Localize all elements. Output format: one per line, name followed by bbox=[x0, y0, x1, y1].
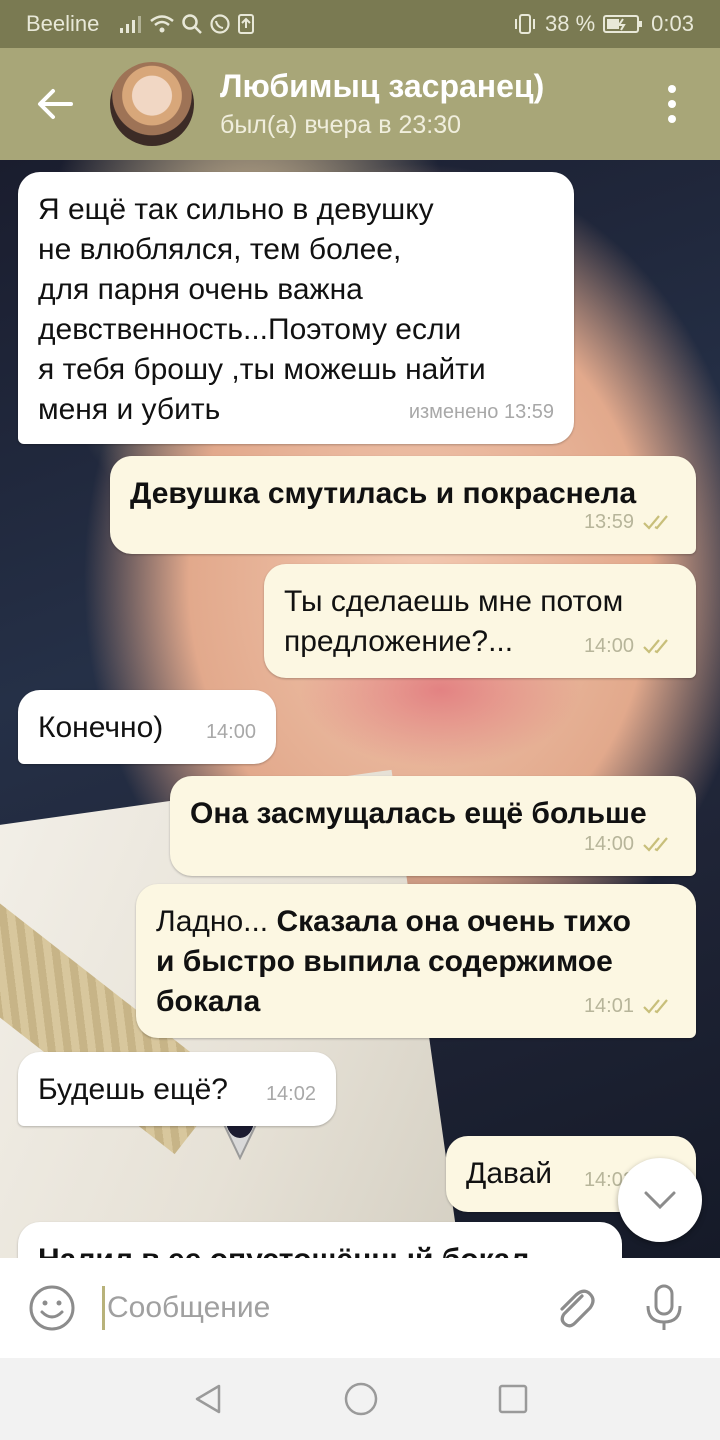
microphone-icon[interactable] bbox=[642, 1282, 686, 1334]
signal-icon bbox=[120, 16, 142, 33]
read-checks-icon bbox=[643, 837, 668, 852]
status-bar: Beeline 38 % 0:03 bbox=[0, 0, 720, 48]
message-outgoing[interactable]: Она засмущалась ещё больше 14:00 bbox=[170, 776, 696, 876]
message-text: Налил в ее опустошённый бокал bbox=[38, 1240, 600, 1258]
read-checks-icon bbox=[643, 515, 668, 530]
message-meta: 13:59 bbox=[584, 502, 676, 542]
back-arrow-icon bbox=[38, 89, 73, 119]
system-navigation-bar bbox=[0, 1358, 720, 1440]
chevron-down-icon bbox=[644, 1191, 676, 1210]
message-incoming[interactable]: Я ещё так сильно в девушку не влюблялся,… bbox=[18, 172, 574, 444]
search-status-icon bbox=[182, 14, 203, 34]
message-meta: 14:00 bbox=[584, 824, 676, 864]
message-incoming[interactable]: Налил в ее опустошённый бокал bbox=[18, 1222, 622, 1258]
paperclip-icon[interactable] bbox=[548, 1282, 600, 1334]
message-meta: 14:02 bbox=[265, 1083, 316, 1105]
message-input-bar: Сообщение bbox=[0, 1258, 720, 1358]
nav-recents-icon[interactable] bbox=[497, 1383, 529, 1415]
message-incoming[interactable]: Будешь ещё? 14:02 bbox=[18, 1052, 336, 1126]
whatsapp-icon bbox=[210, 14, 230, 34]
message-incoming[interactable]: Конечно) 14:00 bbox=[18, 690, 276, 764]
nav-back-icon[interactable] bbox=[191, 1382, 225, 1416]
emoji-icon[interactable] bbox=[26, 1282, 78, 1334]
more-vert-icon bbox=[668, 85, 676, 93]
message-meta: 14:01 bbox=[584, 986, 676, 1026]
read-checks-icon bbox=[643, 999, 668, 1014]
message-input[interactable]: Сообщение bbox=[102, 1286, 548, 1330]
message-outgoing[interactable]: Ты сделаешь мне потом предложение?... 14… bbox=[264, 564, 696, 678]
upload-icon bbox=[238, 14, 255, 34]
chat-header: Любимыц засранец) был(а) вчера в 23:30 bbox=[0, 48, 720, 160]
vibrate-icon bbox=[515, 14, 536, 34]
message-outgoing[interactable]: Ладно... Сказала она очень тихо и быстро… bbox=[136, 884, 696, 1038]
read-checks-icon bbox=[643, 639, 668, 654]
message-meta: 14:00 bbox=[205, 721, 256, 743]
scroll-down-button[interactable] bbox=[618, 1158, 702, 1242]
nav-home-icon[interactable] bbox=[343, 1381, 379, 1417]
message-outgoing[interactable]: Девушка смутилась и покраснела 13:59 bbox=[110, 456, 696, 554]
more-options-button[interactable] bbox=[642, 48, 702, 160]
contact-name: Любимыц засранец) bbox=[220, 68, 545, 104]
chat-background[interactable]: Я ещё так сильно в девушку не влюблялся,… bbox=[0, 160, 720, 1258]
carrier-name: Beeline bbox=[26, 11, 100, 36]
wifi-icon bbox=[150, 15, 175, 33]
battery-percent: 38 % bbox=[545, 11, 596, 36]
contact-info[interactable]: Любимыц засранец) был(а) вчера в 23:30 bbox=[220, 66, 642, 142]
battery-icon bbox=[603, 15, 643, 33]
message-meta: изменено 13:59 bbox=[408, 401, 554, 423]
last-seen-status: был(а) вчера в 23:30 bbox=[220, 111, 462, 139]
contact-avatar[interactable] bbox=[110, 62, 194, 146]
back-button[interactable] bbox=[0, 48, 110, 160]
clock: 0:03 bbox=[651, 11, 694, 36]
message-meta: 14:00 bbox=[584, 626, 676, 666]
